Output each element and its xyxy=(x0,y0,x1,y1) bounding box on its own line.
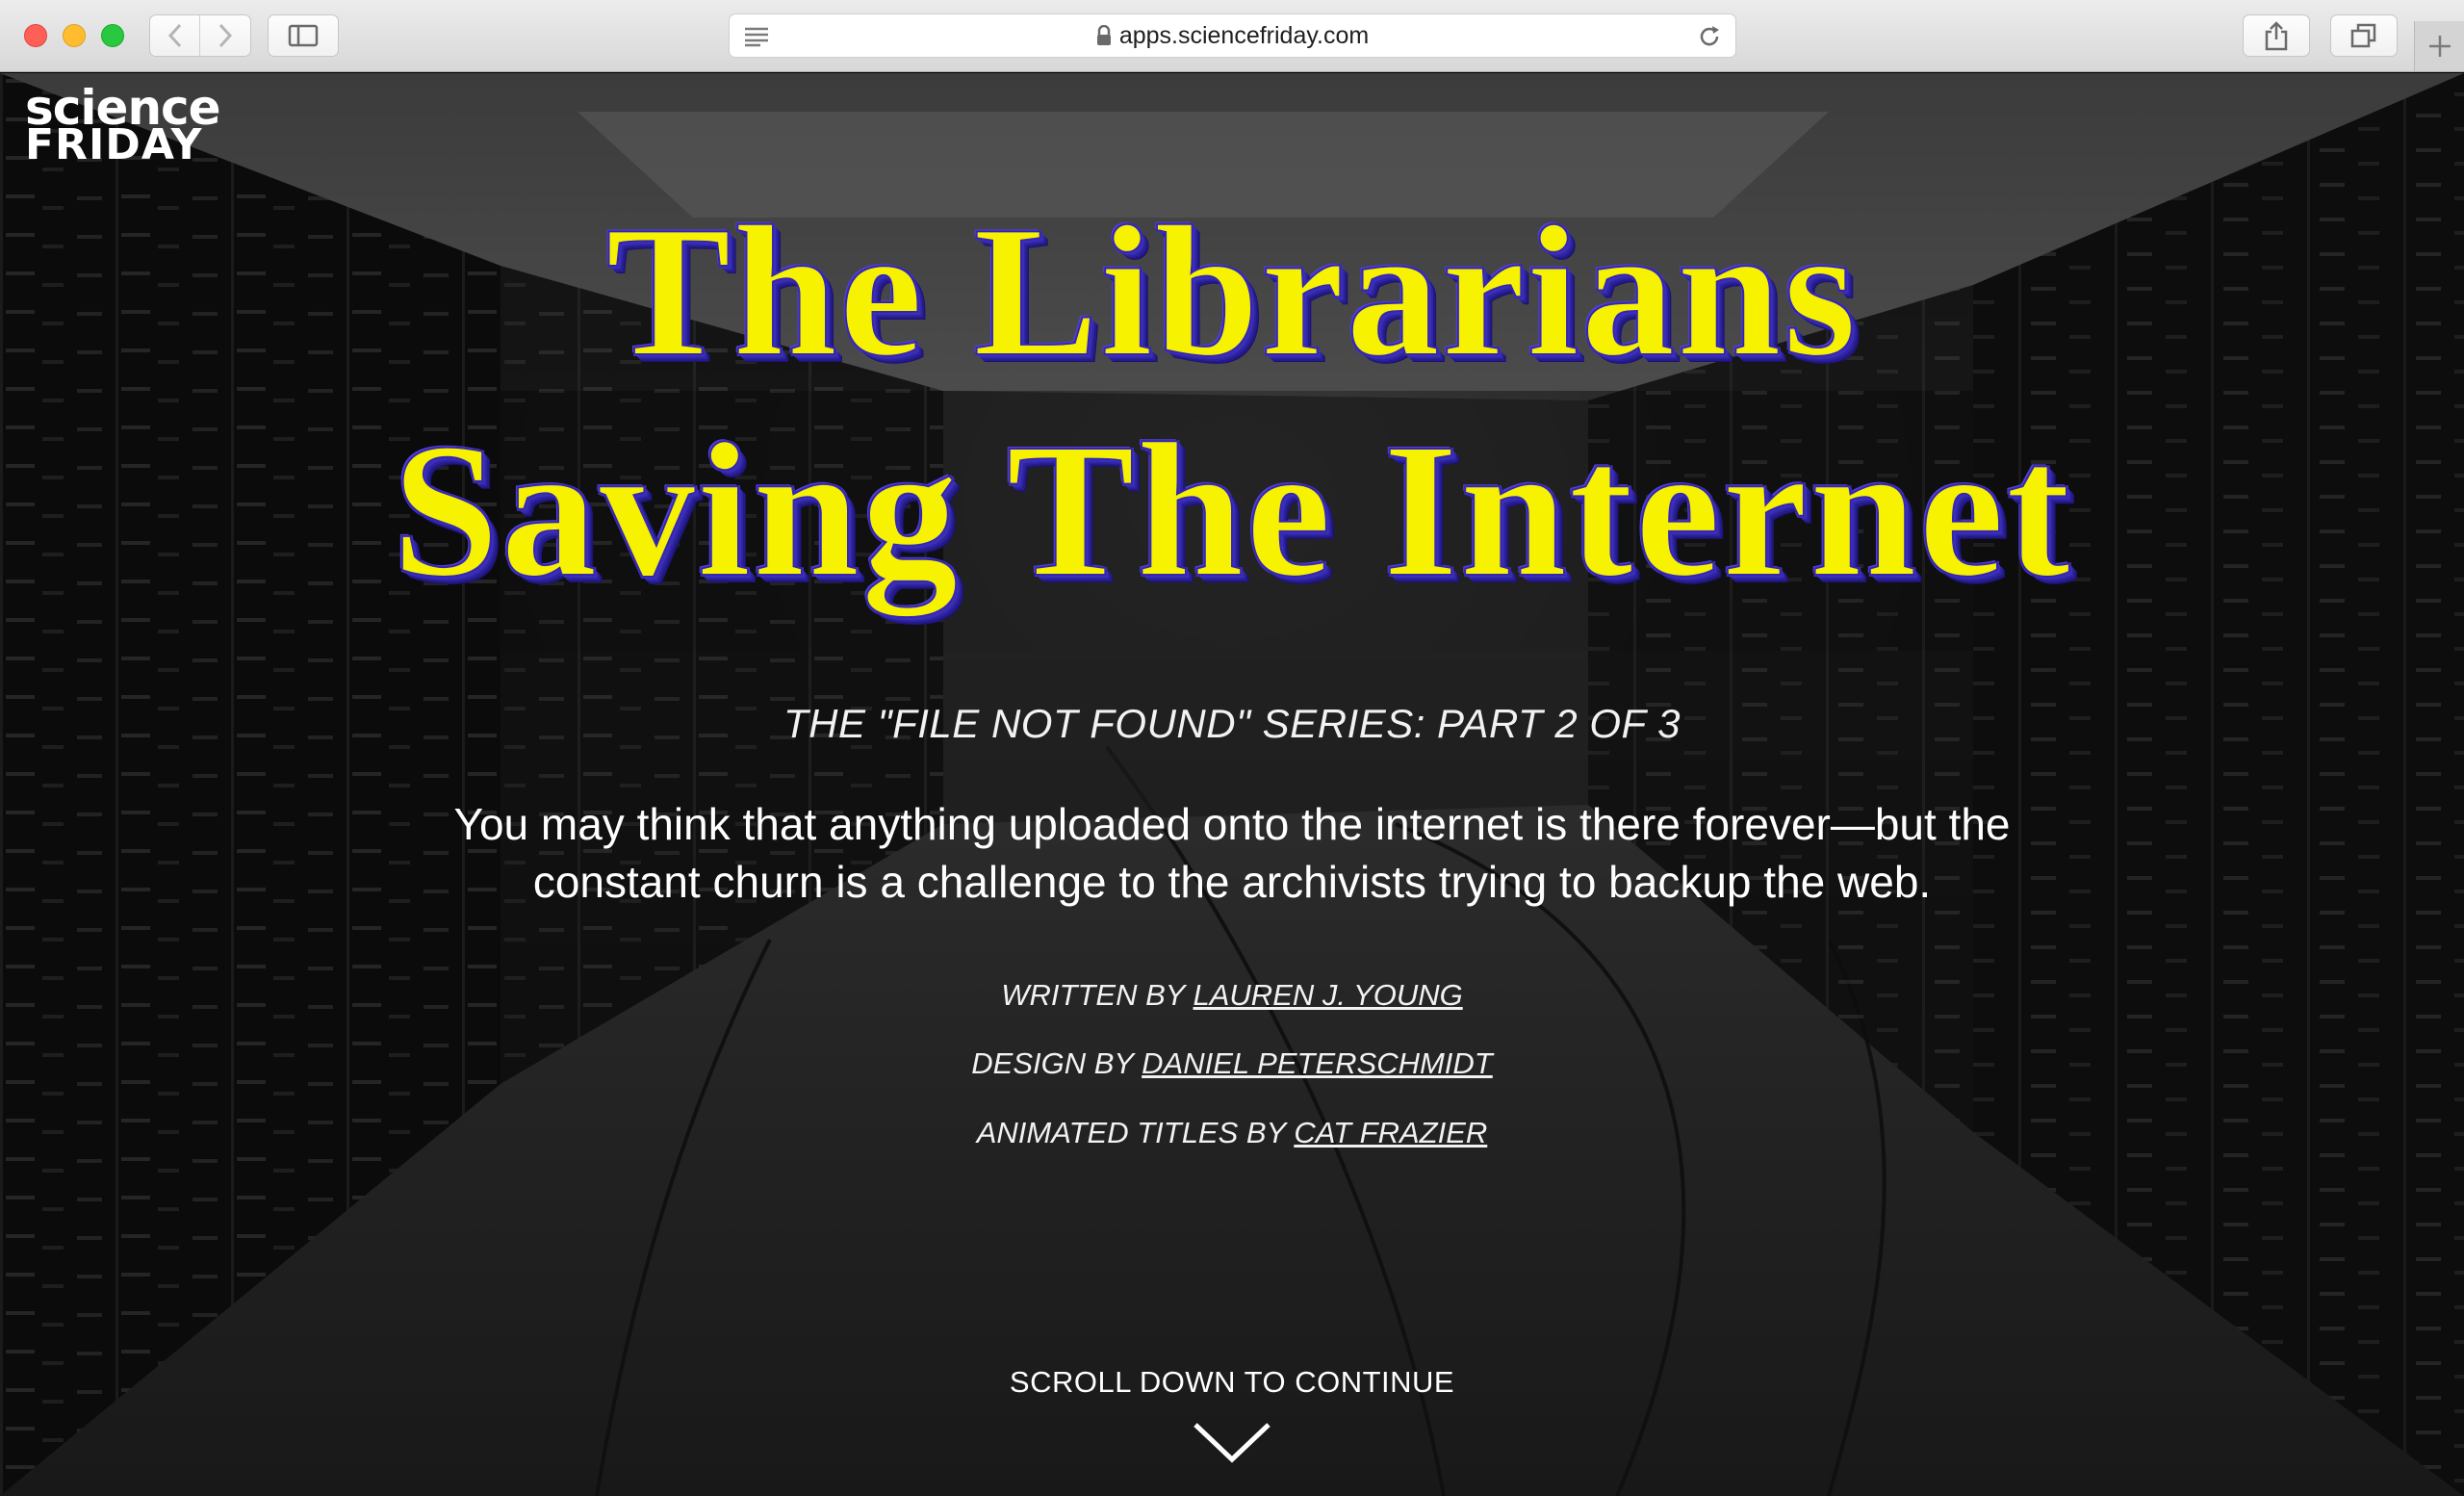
writer-link[interactable]: LAUREN J. YOUNG xyxy=(1194,978,1463,1012)
credit-animation: ANIMATED TITLES BY CAT FRAZIER xyxy=(0,1116,2464,1150)
credit-design: DESIGN BY DANIEL PETERSCHMIDT xyxy=(0,1046,2464,1081)
maximize-window-button[interactable] xyxy=(101,24,124,47)
scroll-prompt[interactable]: SCROLL DOWN TO CONTINUE xyxy=(0,1365,2464,1400)
close-window-button[interactable] xyxy=(24,24,47,47)
show-sidebar-button[interactable] xyxy=(268,14,339,57)
title-line-2: Saving The Internet xyxy=(391,403,2072,618)
sidebar-icon xyxy=(288,24,319,47)
url-text: apps.sciencefriday.com xyxy=(1118,21,1370,49)
url-display: apps.sciencefriday.com xyxy=(1096,22,1369,50)
new-tab-button[interactable] xyxy=(2414,21,2464,71)
chevron-down-icon[interactable] xyxy=(1192,1421,1272,1465)
forward-button[interactable] xyxy=(200,15,250,56)
animator-link[interactable]: CAT FRAZIER xyxy=(1294,1116,1487,1149)
series-label: THE "FILE NOT FOUND" SERIES: PART 2 OF 3 xyxy=(783,701,1681,746)
browser-toolbar: apps.sciencefriday.com xyxy=(0,0,2464,72)
lock-icon xyxy=(1096,25,1111,45)
navigation-buttons xyxy=(149,14,251,57)
share-button[interactable] xyxy=(2243,14,2310,57)
forward-icon xyxy=(218,23,233,48)
back-icon xyxy=(167,23,181,48)
credit-label: WRITTEN BY xyxy=(1001,978,1185,1012)
reload-icon[interactable] xyxy=(1697,24,1722,49)
credit-label: DESIGN BY xyxy=(971,1046,1134,1080)
share-icon xyxy=(2265,21,2288,51)
tabs-icon xyxy=(2350,23,2376,48)
designer-link[interactable]: DANIEL PETERSCHMIDT xyxy=(1142,1046,1493,1080)
logo-line-friday: FRIDAY xyxy=(25,120,203,169)
credit-label: ANIMATED TITLES BY xyxy=(976,1116,1286,1149)
credit-writer: WRITTEN BY LAUREN J. YOUNG xyxy=(0,978,2464,1013)
plus-icon xyxy=(2428,36,2451,57)
title-line-1: The Librarians xyxy=(604,187,1859,397)
page-viewport: science FRIDAY The Librarians Saving The… xyxy=(0,73,2464,1496)
minimize-window-button[interactable] xyxy=(63,24,86,47)
back-button[interactable] xyxy=(150,15,200,56)
reader-icon[interactable] xyxy=(743,26,770,47)
article-dek: You may think that anything uploaded ont… xyxy=(453,799,2011,907)
address-bar[interactable]: apps.sciencefriday.com xyxy=(729,13,1736,58)
show-all-tabs-button[interactable] xyxy=(2330,14,2398,57)
science-friday-logo[interactable]: science FRIDAY xyxy=(25,84,221,169)
